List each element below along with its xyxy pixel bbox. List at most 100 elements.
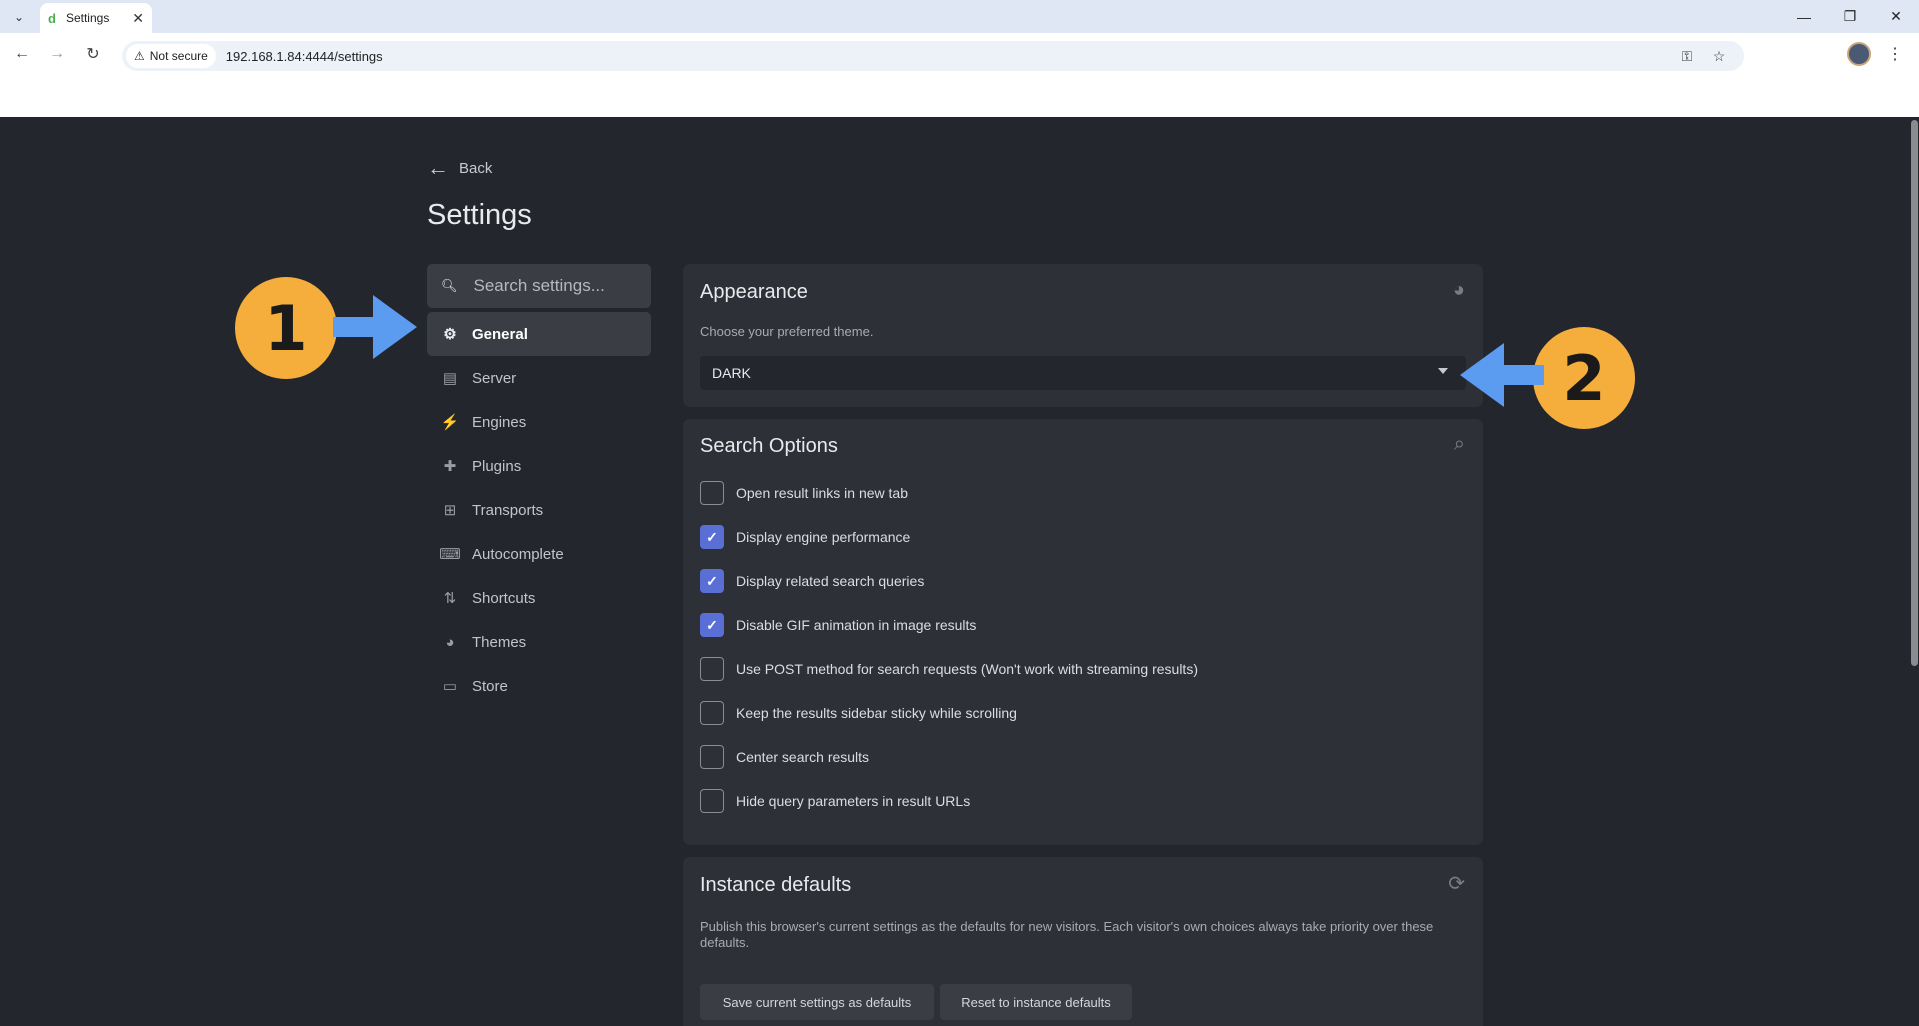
keyboard-icon: ⌨: [439, 546, 461, 563]
tab-close-icon[interactable]: ✕: [132, 10, 144, 27]
search-option-label: Disable GIF animation in image results: [736, 617, 977, 633]
server-icon: ▤: [442, 370, 458, 387]
search-option-label: Display engine performance: [736, 529, 911, 545]
sidebar-item-store[interactable]: ▭ Store: [427, 664, 651, 708]
search-option-checkbox[interactable]: [700, 745, 724, 769]
checkmark-icon: ✓: [706, 616, 718, 633]
sort-icon: ⇅: [443, 590, 457, 607]
restore-icon[interactable]: ❐: [1827, 0, 1873, 33]
sidebar-item-themes[interactable]: ◕ Themes: [427, 620, 651, 664]
search-option-row[interactable]: Use POST method for search requests (Won…: [700, 657, 1198, 681]
bookmark-star-icon[interactable]: ☆: [1707, 44, 1731, 68]
search-option-checkbox[interactable]: ✓: [700, 525, 724, 549]
search-option-checkbox[interactable]: [700, 657, 724, 681]
browser-menu-icon[interactable]: ⋮: [1885, 42, 1905, 66]
sidebar-item-label: Autocomplete: [472, 545, 564, 563]
back-label: Back: [459, 159, 493, 177]
step-1-arrow-icon: [333, 295, 417, 359]
appearance-card: Appearance ◕ Choose your preferred theme…: [683, 264, 1483, 407]
sidebar-item-label: Shortcuts: [472, 589, 536, 607]
search-option-checkbox[interactable]: [700, 789, 724, 813]
sidebar-item-engines[interactable]: ⚡ Engines: [427, 400, 651, 444]
sidebar-item-label: Server: [472, 369, 517, 387]
back-arrow-icon[interactable]: ←: [9, 41, 35, 67]
search-options-title: Search Options: [700, 435, 838, 457]
settings-sidebar-nav: ⚙ General ▤ Server ⚡ Engines ✚ Plugins ⊞ Transpor…: [427, 312, 651, 708]
back-arrow-icon: ←: [427, 155, 449, 180]
search-option-label: Display related search queries: [736, 573, 925, 589]
browser-toolbar: ← → ↻ ⚠ Not secure 192.168.1.84:4444/set…: [0, 33, 1919, 117]
settings-page: ← Back Settings 🔍︎ ⚙ General ▤ Server ⚡ Engin…: [0, 117, 1909, 1026]
site-favicon: d: [48, 10, 56, 26]
appearance-description: Choose your preferred theme.: [700, 324, 874, 339]
step-2-arrow-icon: [1460, 343, 1544, 407]
back-link[interactable]: ← Back: [427, 155, 492, 181]
step-2-badge: 2: [1533, 327, 1635, 429]
theme-select[interactable]: DARK: [700, 356, 1466, 390]
search-option-row[interactable]: ✓ Disable GIF animation in image results: [700, 613, 976, 637]
sidebar-item-general[interactable]: ⚙ General: [427, 312, 651, 356]
step-1-badge: 1: [235, 277, 337, 379]
search-option-row[interactable]: Center search results: [700, 745, 869, 769]
url-text[interactable]: 192.168.1.84:4444/settings: [226, 49, 383, 64]
settings-search[interactable]: 🔍︎: [427, 264, 651, 308]
reset-defaults-button[interactable]: Reset to instance defaults: [940, 984, 1132, 1020]
sidebar-item-label: General: [472, 325, 528, 343]
search-icon: 🔍︎: [441, 278, 458, 293]
minimize-icon[interactable]: —: [1781, 0, 1827, 33]
search-option-row[interactable]: ✓ Display related search queries: [700, 569, 924, 593]
security-label: Not secure: [149, 49, 208, 63]
security-chip[interactable]: ⚠ Not secure: [126, 44, 216, 68]
warning-icon: ⚠: [134, 49, 145, 63]
reload-icon[interactable]: ↻: [80, 41, 106, 67]
profile-avatar[interactable]: [1847, 42, 1871, 66]
address-bar[interactable]: ⚠ Not secure 192.168.1.84:4444/settings …: [122, 41, 1744, 71]
save-defaults-button[interactable]: Save current settings as defaults: [700, 984, 934, 1020]
search-options-card: Search Options ⌕ Open result links in ne…: [683, 419, 1483, 845]
password-key-icon[interactable]: ⚿: [1675, 44, 1699, 68]
store-icon: ▭: [442, 678, 458, 695]
search-icon: ⌕: [1453, 433, 1465, 455]
search-option-checkbox[interactable]: ✓: [700, 569, 724, 593]
sidebar-item-server[interactable]: ▤ Server: [427, 356, 651, 400]
sidebar-item-label: Engines: [472, 413, 527, 431]
search-option-label: Use POST method for search requests (Won…: [736, 661, 1198, 677]
sidebar-item-autocomplete[interactable]: ⌨ Autocomplete: [427, 532, 651, 576]
search-option-label: Open result links in new tab: [736, 485, 908, 501]
sidebar-item-plugins[interactable]: ✚ Plugins: [427, 444, 651, 488]
scrollbar-thumb[interactable]: [1911, 120, 1918, 666]
refresh-icon: ⟳: [1448, 873, 1465, 895]
search-option-row[interactable]: Keep the results sidebar sticky while sc…: [700, 701, 1017, 725]
gear-icon: ⚙: [443, 326, 457, 343]
sidebar-item-label: Themes: [472, 633, 527, 651]
search-option-checkbox[interactable]: [700, 701, 724, 725]
search-option-row[interactable]: Open result links in new tab: [700, 481, 908, 505]
tab-title: Settings: [65, 11, 110, 25]
instance-defaults-card: Instance defaults ⟳ Publish this browser…: [683, 857, 1483, 1026]
chevron-down-icon: [1438, 368, 1448, 374]
search-option-checkbox[interactable]: ✓: [700, 613, 724, 637]
browser-tab[interactable]: d Settings ✕: [40, 3, 152, 33]
search-option-label: Center search results: [736, 749, 870, 765]
palette-icon: ◕: [1452, 279, 1465, 301]
instance-defaults-description: Publish this browser's current settings …: [700, 919, 1434, 950]
browser-tabstrip: ⌄ d Settings ✕ — ❐ ✕: [0, 0, 1919, 33]
search-option-row[interactable]: Hide query parameters in result URLs: [700, 789, 970, 813]
window-close-icon[interactable]: ✕: [1873, 0, 1919, 33]
network-icon: ⊞: [443, 502, 457, 519]
search-option-row[interactable]: ✓ Display engine performance: [700, 525, 910, 549]
settings-search-input[interactable]: [473, 276, 644, 296]
sidebar-item-shortcuts[interactable]: ⇅ Shortcuts: [427, 576, 651, 620]
palette-icon: ◕: [445, 633, 455, 651]
puzzle-icon: ✚: [443, 458, 457, 475]
tab-search-chevron-icon[interactable]: ⌄: [8, 6, 30, 28]
sidebar-item-label: Plugins: [472, 457, 522, 475]
sidebar-item-transports[interactable]: ⊞ Transports: [427, 488, 651, 532]
search-option-checkbox[interactable]: [700, 481, 724, 505]
checkmark-icon: ✓: [706, 572, 718, 589]
instance-defaults-title: Instance defaults: [700, 874, 852, 896]
search-option-label: Hide query parameters in result URLs: [736, 793, 971, 809]
theme-select-value: DARK: [712, 365, 751, 381]
forward-arrow-icon[interactable]: →: [44, 41, 70, 67]
checkmark-icon: ✓: [706, 528, 718, 545]
